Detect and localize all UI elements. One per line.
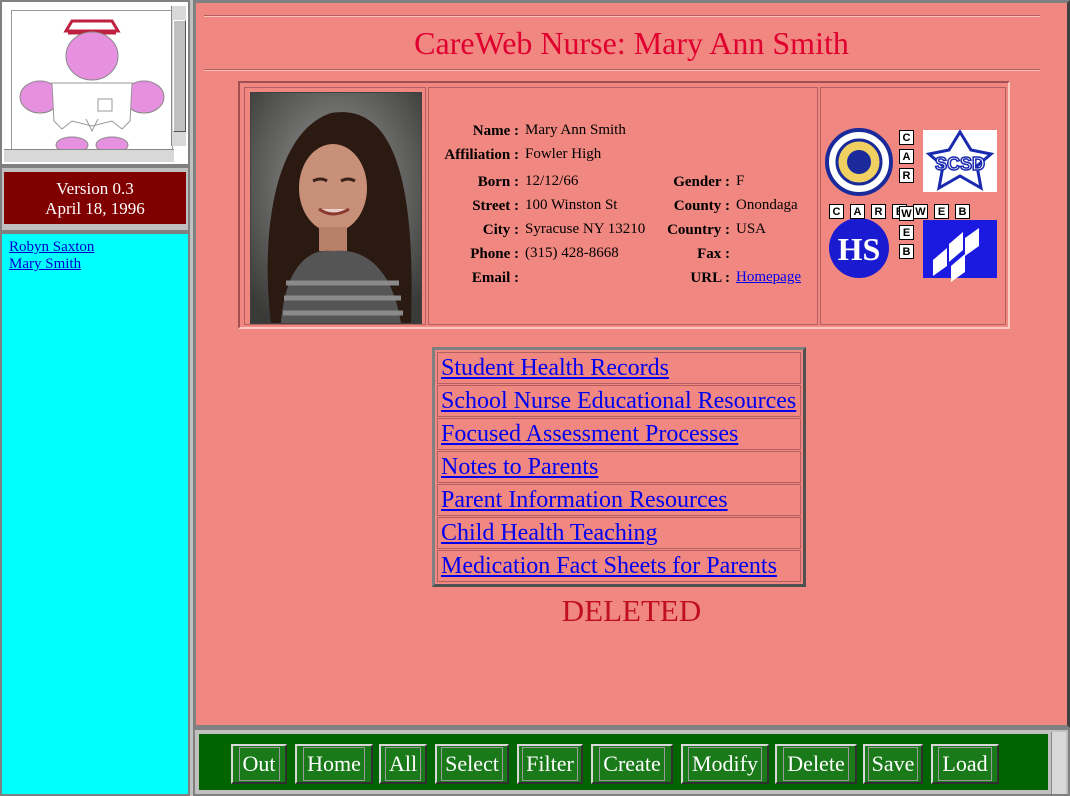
- scrollbar-thumb[interactable]: [173, 20, 186, 132]
- modify-button[interactable]: Modify: [681, 744, 769, 784]
- letter-tile: R: [899, 168, 914, 183]
- delete-button[interactable]: Delete: [775, 744, 857, 784]
- load-button-label: Load: [938, 747, 992, 781]
- born-label: Born :: [477, 174, 519, 190]
- letter-tile: C: [899, 130, 914, 145]
- phone-value: (315) 428-8668: [525, 245, 619, 261]
- letter-tile: W: [899, 206, 914, 221]
- link-row: Notes to Parents: [437, 451, 801, 483]
- load-button[interactable]: Load: [931, 744, 999, 784]
- phone-label: Phone :: [470, 246, 519, 262]
- page-title: CareWeb Nurse: Mary Ann Smith: [414, 25, 849, 61]
- nurse-list-frame: Robyn Saxton Mary Smith: [0, 232, 190, 796]
- link-focused-assessment-processes[interactable]: Focused Assessment Processes: [441, 421, 738, 447]
- version-box: Version 0.3 April 18, 1996: [4, 172, 186, 224]
- home-button-label: Home: [303, 747, 365, 781]
- main-content-frame: CareWeb Nurse: Mary Ann Smith Name: Mar…: [193, 0, 1070, 728]
- logo-frame: [0, 0, 190, 166]
- url-label: URL :: [690, 270, 730, 286]
- affiliation-value: Fowler High: [525, 146, 602, 162]
- letter-tile: A: [850, 204, 865, 219]
- logo-horizontal-scrollbar[interactable]: [4, 149, 174, 162]
- link-row: School Nurse Educational Resources: [437, 385, 801, 417]
- create-button-label: Create: [599, 747, 665, 781]
- nurse-link-robyn-saxton[interactable]: Robyn Saxton: [9, 239, 181, 256]
- all-button-label: All: [384, 747, 422, 781]
- hs-label: HS: [838, 231, 881, 267]
- nurse-figure-icon: [19, 19, 165, 154]
- logo-vertical-scrollbar[interactable]: [171, 6, 186, 146]
- letter-tile: A: [899, 149, 914, 164]
- modify-button-label: Modify: [688, 747, 762, 781]
- version-label: Version 0.3: [56, 179, 134, 198]
- letter-tile: E: [934, 204, 949, 219]
- nurse-logo: [11, 10, 173, 154]
- title-divider: [204, 69, 1040, 71]
- letter-tile: E: [899, 225, 914, 240]
- delete-button-label: Delete: [783, 747, 849, 781]
- save-button[interactable]: Save: [863, 744, 923, 784]
- resource-links-table: Student Health Records School Nurse Educ…: [432, 347, 806, 587]
- toolbar: Out Home All Select Filter Create Modify…: [199, 734, 1048, 790]
- email-label: Email :: [471, 270, 519, 286]
- toolbar-scrollbar[interactable]: [1051, 732, 1066, 794]
- link-student-health-records[interactable]: Student Health Records: [441, 355, 669, 381]
- city-label: City :: [482, 222, 519, 238]
- gender-value: F: [736, 173, 745, 189]
- link-row: Medication Fact Sheets for Parents: [437, 550, 801, 582]
- letter-tile: B: [899, 244, 914, 259]
- filter-button[interactable]: Filter: [517, 744, 583, 784]
- homepage-link[interactable]: Homepage: [736, 269, 801, 285]
- nurse-photo: [250, 92, 422, 324]
- logos-cell: SCSD HS C A R E W E B C A R: [820, 87, 1006, 325]
- link-row: Focused Assessment Processes: [437, 418, 801, 450]
- top-divider: [204, 15, 1040, 17]
- city-value: Syracuse NY 13210: [525, 221, 646, 237]
- letter-tile: R: [871, 204, 886, 219]
- gender-label: Gender :: [673, 174, 730, 190]
- scsd-label: SCSD: [935, 154, 985, 174]
- link-row: Parent Information Resources: [437, 484, 801, 516]
- profile-table: Name : Mary Ann Smith Affiliation : Fowl…: [238, 81, 1010, 329]
- link-school-nurse-educational-resources[interactable]: School Nurse Educational Resources: [441, 388, 796, 414]
- link-parent-information-resources[interactable]: Parent Information Resources: [441, 487, 728, 513]
- county-label: County :: [673, 198, 730, 214]
- street-value: 100 Winston St: [525, 197, 618, 213]
- filter-button-label: Filter: [522, 747, 578, 781]
- county-value: Onondaga: [736, 197, 798, 213]
- country-label: Country :: [667, 222, 730, 238]
- nurse-link-mary-smith[interactable]: Mary Smith: [9, 256, 181, 273]
- version-date: April 18, 1996: [45, 199, 145, 218]
- all-button[interactable]: All: [379, 744, 427, 784]
- out-button-label: Out: [238, 747, 280, 781]
- link-medication-fact-sheets[interactable]: Medication Fact Sheets for Parents: [441, 553, 777, 579]
- link-child-health-teaching[interactable]: Child Health Teaching: [441, 520, 658, 546]
- affiliation-label: Affiliation :: [444, 147, 519, 163]
- link-row: Child Health Teaching: [437, 517, 801, 549]
- profile-info: Name : Mary Ann Smith Affiliation : Fowl…: [428, 87, 818, 325]
- name-label: Name :: [472, 123, 519, 139]
- link-notes-to-parents[interactable]: Notes to Parents: [441, 454, 598, 480]
- version-frame: Version 0.3 April 18, 1996: [0, 166, 190, 232]
- toolbar-frame: Out Home All Select Filter Create Modify…: [193, 728, 1070, 796]
- country-value: USA: [736, 221, 767, 237]
- fax-label: Fax :: [697, 246, 730, 262]
- save-button-label: Save: [867, 747, 919, 781]
- out-button[interactable]: Out: [231, 744, 287, 784]
- select-button[interactable]: Select: [435, 744, 509, 784]
- status-message: DELETED: [561, 593, 702, 628]
- born-value: 12/12/66: [525, 173, 579, 189]
- careweb-vertical-tiles: C A R E W E B: [899, 130, 919, 263]
- street-label: Street :: [472, 198, 519, 214]
- link-row: Student Health Records: [437, 352, 801, 384]
- photo-cell: [244, 87, 426, 325]
- home-button[interactable]: Home: [295, 744, 373, 784]
- create-button[interactable]: Create: [591, 744, 673, 784]
- name-value: Mary Ann Smith: [525, 122, 626, 138]
- letter-tile: C: [829, 204, 844, 219]
- letter-tile: B: [955, 204, 970, 219]
- select-button-label: Select: [441, 747, 503, 781]
